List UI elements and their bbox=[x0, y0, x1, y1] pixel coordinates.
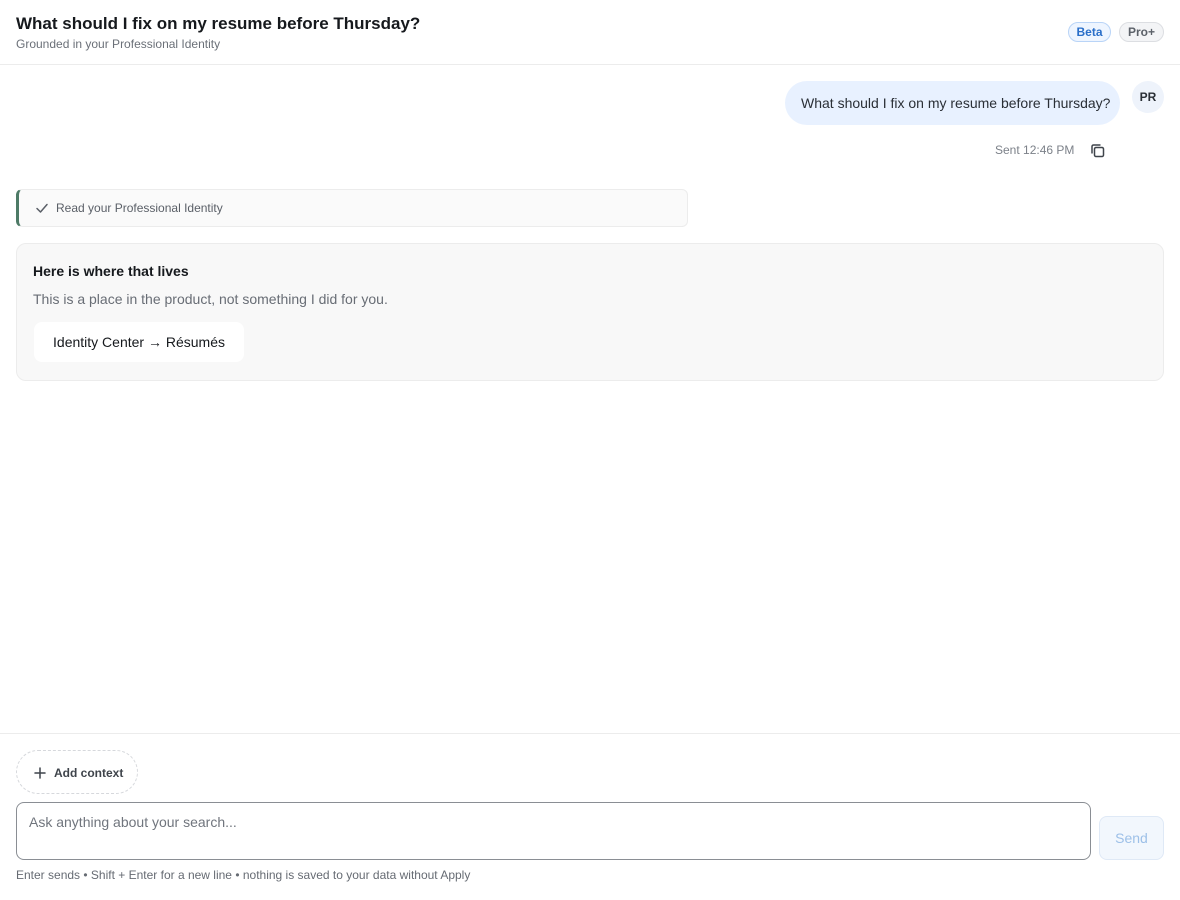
plan-badge: Pro+ bbox=[1119, 22, 1164, 42]
composer-hint: Enter sends • Shift + Enter for a new li… bbox=[16, 868, 471, 882]
response-title: Here is where that lives bbox=[33, 263, 189, 279]
user-message-bubble: What should I fix on my resume before Th… bbox=[785, 81, 1120, 125]
identity-center-resumes-link[interactable]: Identity Center → Résumés bbox=[34, 322, 244, 362]
plus-icon bbox=[34, 766, 46, 779]
check-icon bbox=[35, 201, 49, 215]
message-input-container bbox=[16, 802, 1091, 860]
page-title: What should I fix on my resume before Th… bbox=[16, 14, 421, 33]
message-timestamp: Sent 12:46 PM bbox=[995, 143, 1075, 157]
page-subtitle: Grounded in your Professional Identity bbox=[16, 37, 221, 51]
copy-icon[interactable] bbox=[1088, 141, 1108, 161]
send-button[interactable]: Send bbox=[1099, 816, 1164, 860]
chat-header: What should I fix on my resume before Th… bbox=[0, 0, 1180, 65]
tool-step-status: Read your Professional Identity bbox=[16, 189, 688, 227]
avatar[interactable]: PR bbox=[1132, 81, 1164, 113]
add-context-label: Add context bbox=[54, 766, 124, 780]
response-description: This is a place in the product, not some… bbox=[33, 291, 388, 307]
assistant-response-card: Here is where that lives This is a place… bbox=[16, 243, 1164, 381]
tool-step-label: Read your Professional Identity bbox=[56, 201, 223, 215]
beta-badge: Beta bbox=[1068, 22, 1111, 42]
message-input[interactable] bbox=[17, 803, 1090, 859]
add-context-button[interactable]: Add context bbox=[16, 750, 138, 794]
composer-divider bbox=[0, 733, 1180, 734]
